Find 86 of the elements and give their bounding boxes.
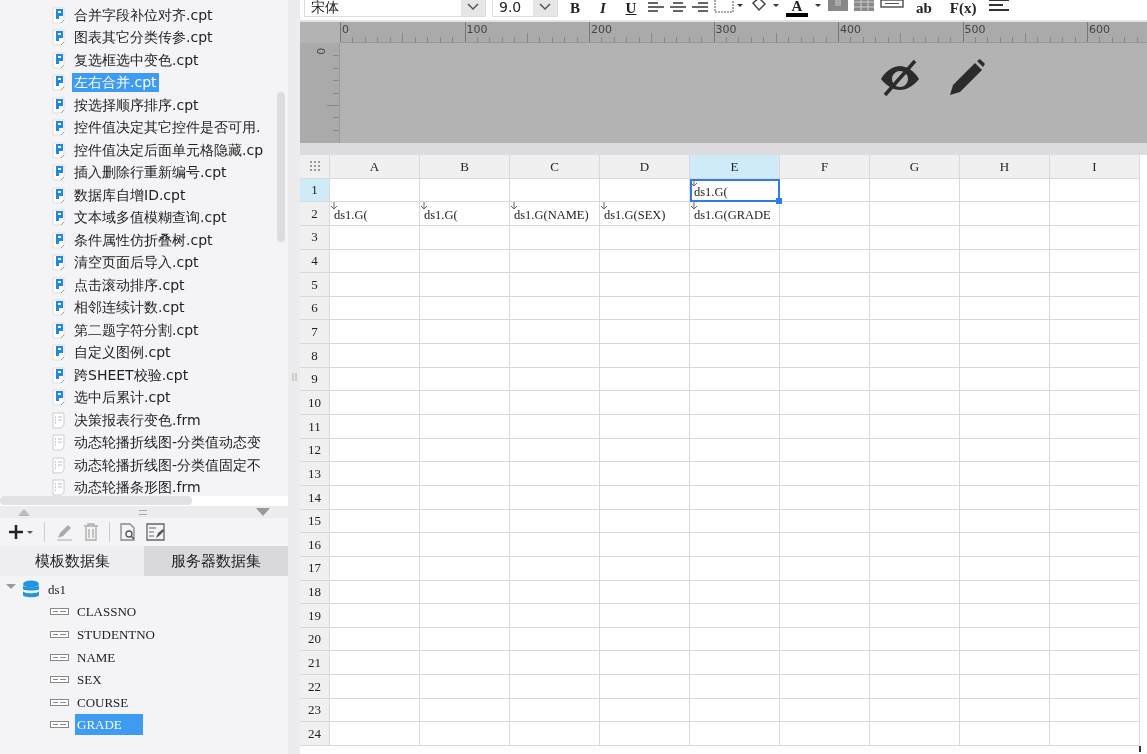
row-header[interactable]: 1 <box>300 178 330 203</box>
row-header[interactable]: 4 <box>300 249 330 274</box>
spreadsheet-cell[interactable]: ds1.G( <box>690 178 780 203</box>
file-name[interactable]: 文本域多值模糊查询.cpt <box>72 208 229 228</box>
spreadsheet-cell[interactable]: ds1.G(NAME) <box>510 202 600 226</box>
file-name[interactable]: 条件属性仿折叠树.cpt <box>72 230 215 250</box>
dropdown-value: 宋体 <box>310 0 340 17</box>
row-header[interactable]: 5 <box>300 273 330 297</box>
column-header[interactable]: E <box>690 155 780 179</box>
row-header[interactable]: 12 <box>300 438 330 463</box>
row-header[interactable]: 21 <box>300 651 330 676</box>
file-name[interactable]: 动态轮播条形图.frm <box>72 478 203 496</box>
row-header[interactable]: 10 <box>300 391 330 416</box>
file-name[interactable]: 跨SHEET校验.cpt <box>72 365 191 385</box>
row-header[interactable]: 16 <box>300 533 330 557</box>
spreadsheet-cell[interactable]: ds1.G( <box>330 202 420 226</box>
row-header[interactable]: 6 <box>300 296 330 321</box>
dataset-tab[interactable]: 服务器数据集 <box>144 546 288 576</box>
row-header[interactable]: 19 <box>300 604 330 628</box>
file-name[interactable]: 相邻连续计数.cpt <box>72 298 187 318</box>
row-header[interactable]: 14 <box>300 485 330 510</box>
column-header[interactable]: D <box>600 155 690 179</box>
row-header[interactable]: 8 <box>300 344 330 368</box>
ruler-label: 100 <box>466 22 488 38</box>
font-color-button[interactable]: A <box>786 0 808 17</box>
row-header[interactable]: 9 <box>300 367 330 392</box>
dropdown[interactable]: 9.0 <box>492 0 558 17</box>
file-name[interactable]: 点击滚动排序.cpt <box>72 275 187 295</box>
file-name[interactable]: 控件值决定后面单元格隐藏.cp <box>72 140 266 160</box>
file-name[interactable]: 清空页面后导入.cpt <box>72 253 201 273</box>
ruler-label: 500 <box>964 22 986 38</box>
format-button[interactable]: U <box>620 0 642 17</box>
file-name[interactable]: 复选框选中变色.cpt <box>72 50 201 70</box>
column-header[interactable]: H <box>960 155 1050 179</box>
spreadsheet-cell[interactable]: ds1.G(SEX) <box>600 202 690 226</box>
row-header[interactable]: 24 <box>300 722 330 746</box>
row-header[interactable]: 17 <box>300 556 330 581</box>
row-header[interactable]: 2 <box>300 202 330 226</box>
ruler-label: 0 <box>312 47 328 55</box>
ruler-label: 0 <box>342 22 349 38</box>
row-header[interactable]: 3 <box>300 225 330 250</box>
row-header[interactable]: 11 <box>300 415 330 439</box>
file-name[interactable]: 动态轮播折线图-分类值固定不 <box>72 455 264 475</box>
file-name[interactable]: 选中后累计.cpt <box>72 388 173 408</box>
row-header[interactable]: 22 <box>300 675 330 699</box>
spreadsheet-cell[interactable]: ds1.G( <box>420 202 510 226</box>
format-button[interactable]: I <box>592 0 614 17</box>
column-header[interactable]: A <box>330 155 420 179</box>
file-name[interactable]: 控件值决定其它控件是否可用. <box>72 118 263 138</box>
ruler-label: 400 <box>840 22 861 38</box>
file-name[interactable]: 第二题字符分割.cpt <box>72 320 201 340</box>
field-name[interactable]: NAME <box>75 646 118 668</box>
dataset-name[interactable]: ds1 <box>46 578 69 600</box>
ruler-label: 600 <box>1089 22 1110 38</box>
column-header[interactable]: G <box>870 155 960 179</box>
row-header[interactable]: 18 <box>300 580 330 605</box>
row-header[interactable]: 13 <box>300 462 330 486</box>
toolbar-button[interactable]: F(x) <box>943 0 983 17</box>
field-name[interactable]: STUDENTNO <box>75 624 157 645</box>
row-header[interactable]: 20 <box>300 627 330 652</box>
file-name[interactable]: 决策报表行变色.frm <box>72 410 203 430</box>
field-name[interactable]: CLASSNO <box>75 601 139 623</box>
column-header[interactable]: I <box>1050 155 1140 179</box>
ruler-label: 300 <box>715 22 737 38</box>
field-name[interactable]: SEX <box>75 669 104 691</box>
row-header[interactable]: 15 <box>300 509 330 534</box>
file-name[interactable]: 按选择顺序排序.cpt <box>72 95 201 115</box>
field-name[interactable]: COURSE <box>75 691 131 713</box>
file-name[interactable]: 合并字段补位对齐.cpt <box>72 5 215 25</box>
column-header[interactable]: F <box>780 155 870 179</box>
file-name[interactable]: 动态轮播折线图-分类值动态变 <box>72 433 264 453</box>
toolbar-button[interactable]: ab <box>910 0 938 17</box>
format-button[interactable]: B <box>564 0 586 17</box>
column-header[interactable]: B <box>420 155 510 179</box>
row-header[interactable]: 23 <box>300 698 330 723</box>
file-name[interactable]: 图表其它分类传参.cpt <box>72 28 215 48</box>
dropdown[interactable]: 宋体 <box>304 0 486 17</box>
file-name[interactable]: 数据库自增ID.cpt <box>72 185 188 205</box>
dropdown-value: 9.0 <box>498 0 523 17</box>
column-header[interactable]: C <box>510 155 600 179</box>
row-header[interactable]: 7 <box>300 320 330 345</box>
file-name[interactable]: 自定义图例.cpt <box>72 343 173 363</box>
file-name[interactable]: 插入删除行重新编号.cpt <box>72 163 229 183</box>
ruler-label: 200 <box>591 22 612 38</box>
spreadsheet-cell[interactable]: ds1.G(GRADE <box>690 202 780 226</box>
dataset-tab[interactable]: 模板数据集 <box>0 546 144 576</box>
